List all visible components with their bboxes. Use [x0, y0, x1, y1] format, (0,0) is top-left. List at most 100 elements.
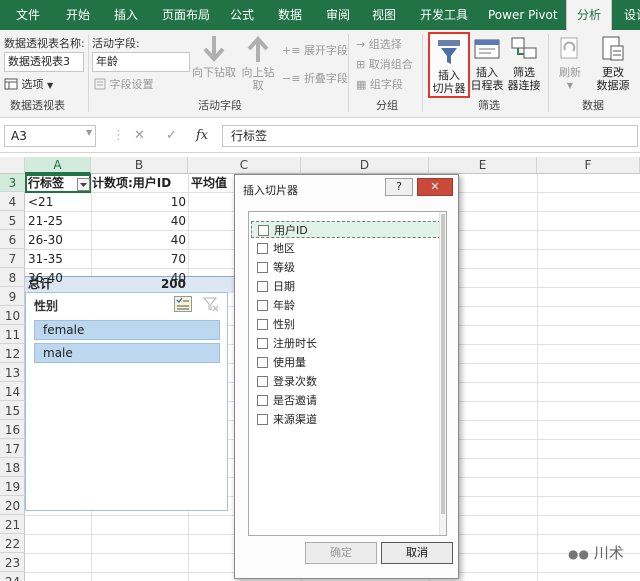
row-header[interactable]: 3: [0, 174, 25, 192]
drill-down-button[interactable]: 向下钻取: [192, 34, 236, 96]
field-checkbox-usage[interactable]: 使用量: [251, 354, 441, 371]
field-checkbox-level[interactable]: 等级: [251, 259, 441, 276]
tab-formulas[interactable]: 公式: [230, 0, 254, 30]
row-header[interactable]: 23: [0, 554, 25, 572]
row-header[interactable]: 17: [0, 440, 25, 458]
pivot-row-label: <21: [28, 195, 54, 209]
tab-data[interactable]: 数据: [278, 0, 302, 30]
field-checkbox-region[interactable]: 地区: [251, 240, 441, 257]
tab-page-layout[interactable]: 页面布局: [162, 0, 210, 30]
collapse-field-button[interactable]: −≡ 折叠字段: [282, 70, 348, 86]
slicer-field-list[interactable]: 用户ID 地区 等级 日期 年龄 性别 注册时长 使用量 登录次数 是否邀请 来…: [248, 211, 447, 536]
filter-connections-icon: [511, 37, 537, 59]
slicer-icon: [438, 40, 460, 64]
filter-connections-label-line1: 筛选: [513, 66, 535, 79]
cancel-button[interactable]: 取消: [381, 542, 453, 564]
change-data-source-button[interactable]: 更改 数据源: [590, 34, 636, 96]
field-label: 登录次数: [273, 375, 317, 388]
field-list-scrollbar[interactable]: [439, 212, 446, 535]
tab-analyze[interactable]: 分析: [566, 0, 613, 30]
row-header[interactable]: 8: [0, 269, 25, 287]
field-checkbox-login-count[interactable]: 登录次数: [251, 373, 441, 390]
multi-select-icon[interactable]: [174, 296, 192, 312]
group-label-data: 数据: [582, 99, 604, 112]
ok-button[interactable]: 确定: [305, 542, 377, 564]
group-field-button[interactable]: ▦ 组字段: [356, 76, 403, 92]
active-field-input[interactable]: 年龄: [92, 52, 190, 72]
row-header[interactable]: 9: [0, 288, 25, 306]
refresh-label: 刷新: [559, 66, 581, 79]
row-header[interactable]: 22: [0, 535, 25, 553]
row-header[interactable]: 12: [0, 345, 25, 363]
row-header[interactable]: 21: [0, 516, 25, 534]
field-checkbox-gender[interactable]: 性别: [251, 316, 441, 333]
filter-connections-button[interactable]: 筛选 器连接: [504, 34, 544, 96]
column-header-c[interactable]: C: [188, 157, 301, 174]
insert-slicer-dialog[interactable]: 插入切片器 ? ✕ 用户ID 地区 等级 日期 年龄 性别 注册时长 使用量 登…: [234, 174, 459, 579]
row-header[interactable]: 13: [0, 364, 25, 382]
checkbox-icon: [257, 395, 268, 406]
tab-review[interactable]: 审阅: [326, 0, 350, 30]
insert-timeline-button[interactable]: 插入 日程表: [470, 34, 504, 96]
ungroup-button[interactable]: ⊞ 取消组合: [356, 56, 413, 72]
change-source-label-line2: 数据源: [596, 79, 630, 92]
row-header[interactable]: 16: [0, 421, 25, 439]
select-all-corner[interactable]: [0, 157, 25, 174]
column-header-d[interactable]: D: [301, 157, 429, 174]
field-settings-button[interactable]: 字段设置: [94, 76, 154, 92]
insert-function-icon[interactable]: fx: [196, 128, 208, 143]
insert-slicer-button[interactable]: 插入 切片器: [428, 32, 470, 98]
name-box[interactable]: A3: [4, 125, 96, 147]
row-header[interactable]: 14: [0, 383, 25, 401]
refresh-button[interactable]: 刷新 ▼: [552, 34, 588, 96]
ungroup-label: 取消组合: [368, 58, 413, 71]
pivot-options-button[interactable]: 选项 ▼: [4, 76, 53, 92]
tab-power-pivot[interactable]: Power Pivot: [488, 0, 558, 30]
tab-insert[interactable]: 插入: [114, 0, 138, 30]
drill-up-button[interactable]: 向上钻 取: [238, 34, 278, 96]
tab-developer[interactable]: 开发工具: [420, 0, 468, 30]
pivot-name-input[interactable]: 数据透视表3: [4, 52, 84, 72]
enter-icon[interactable]: ✓: [166, 128, 177, 143]
field-checkbox-source-channel[interactable]: 来源渠道: [251, 411, 441, 428]
tab-file[interactable]: 文件: [16, 0, 40, 30]
slicer-item-male[interactable]: male: [34, 343, 220, 363]
field-checkbox-age[interactable]: 年龄: [251, 297, 441, 314]
row-header[interactable]: 15: [0, 402, 25, 420]
wechat-icon: ●●: [568, 547, 589, 561]
row-header[interactable]: 4: [0, 193, 25, 211]
tab-home[interactable]: 开始: [66, 0, 90, 30]
column-header-b[interactable]: B: [91, 157, 188, 174]
group-separator: [548, 34, 549, 112]
tab-view[interactable]: 视图: [372, 0, 396, 30]
slicer-gender[interactable]: 性别 female male: [25, 292, 228, 511]
row-header[interactable]: 11: [0, 326, 25, 344]
scrollbar-thumb[interactable]: [441, 214, 445, 514]
field-checkbox-user-id[interactable]: 用户ID: [251, 221, 441, 238]
tab-design[interactable]: 设计: [624, 0, 640, 30]
row-header[interactable]: 18: [0, 459, 25, 477]
clear-filter-icon[interactable]: [202, 296, 220, 312]
field-checkbox-invited[interactable]: 是否邀请: [251, 392, 441, 409]
cancel-icon[interactable]: ✕: [134, 128, 145, 143]
column-header-e[interactable]: E: [429, 157, 537, 174]
row-label-filter-button[interactable]: [77, 178, 90, 191]
row-header[interactable]: 19: [0, 478, 25, 496]
formula-input[interactable]: 行标签: [222, 125, 638, 147]
expand-field-button[interactable]: +≡ 展开字段: [282, 42, 348, 58]
row-header[interactable]: 20: [0, 497, 25, 515]
change-source-label-line1: 更改: [602, 66, 624, 79]
row-header[interactable]: 7: [0, 250, 25, 268]
close-button[interactable]: ✕: [417, 178, 453, 196]
row-header[interactable]: 6: [0, 231, 25, 249]
row-header[interactable]: 5: [0, 212, 25, 230]
field-checkbox-date[interactable]: 日期: [251, 278, 441, 295]
group-selection-button[interactable]: → 组选择: [356, 36, 402, 52]
slicer-item-female[interactable]: female: [34, 320, 220, 340]
row-header[interactable]: 24: [0, 573, 25, 581]
column-header-f[interactable]: F: [537, 157, 640, 174]
field-checkbox-registration-duration[interactable]: 注册时长: [251, 335, 441, 352]
help-button[interactable]: ?: [385, 178, 413, 196]
column-header-a[interactable]: A: [25, 157, 91, 174]
row-header[interactable]: 10: [0, 307, 25, 325]
